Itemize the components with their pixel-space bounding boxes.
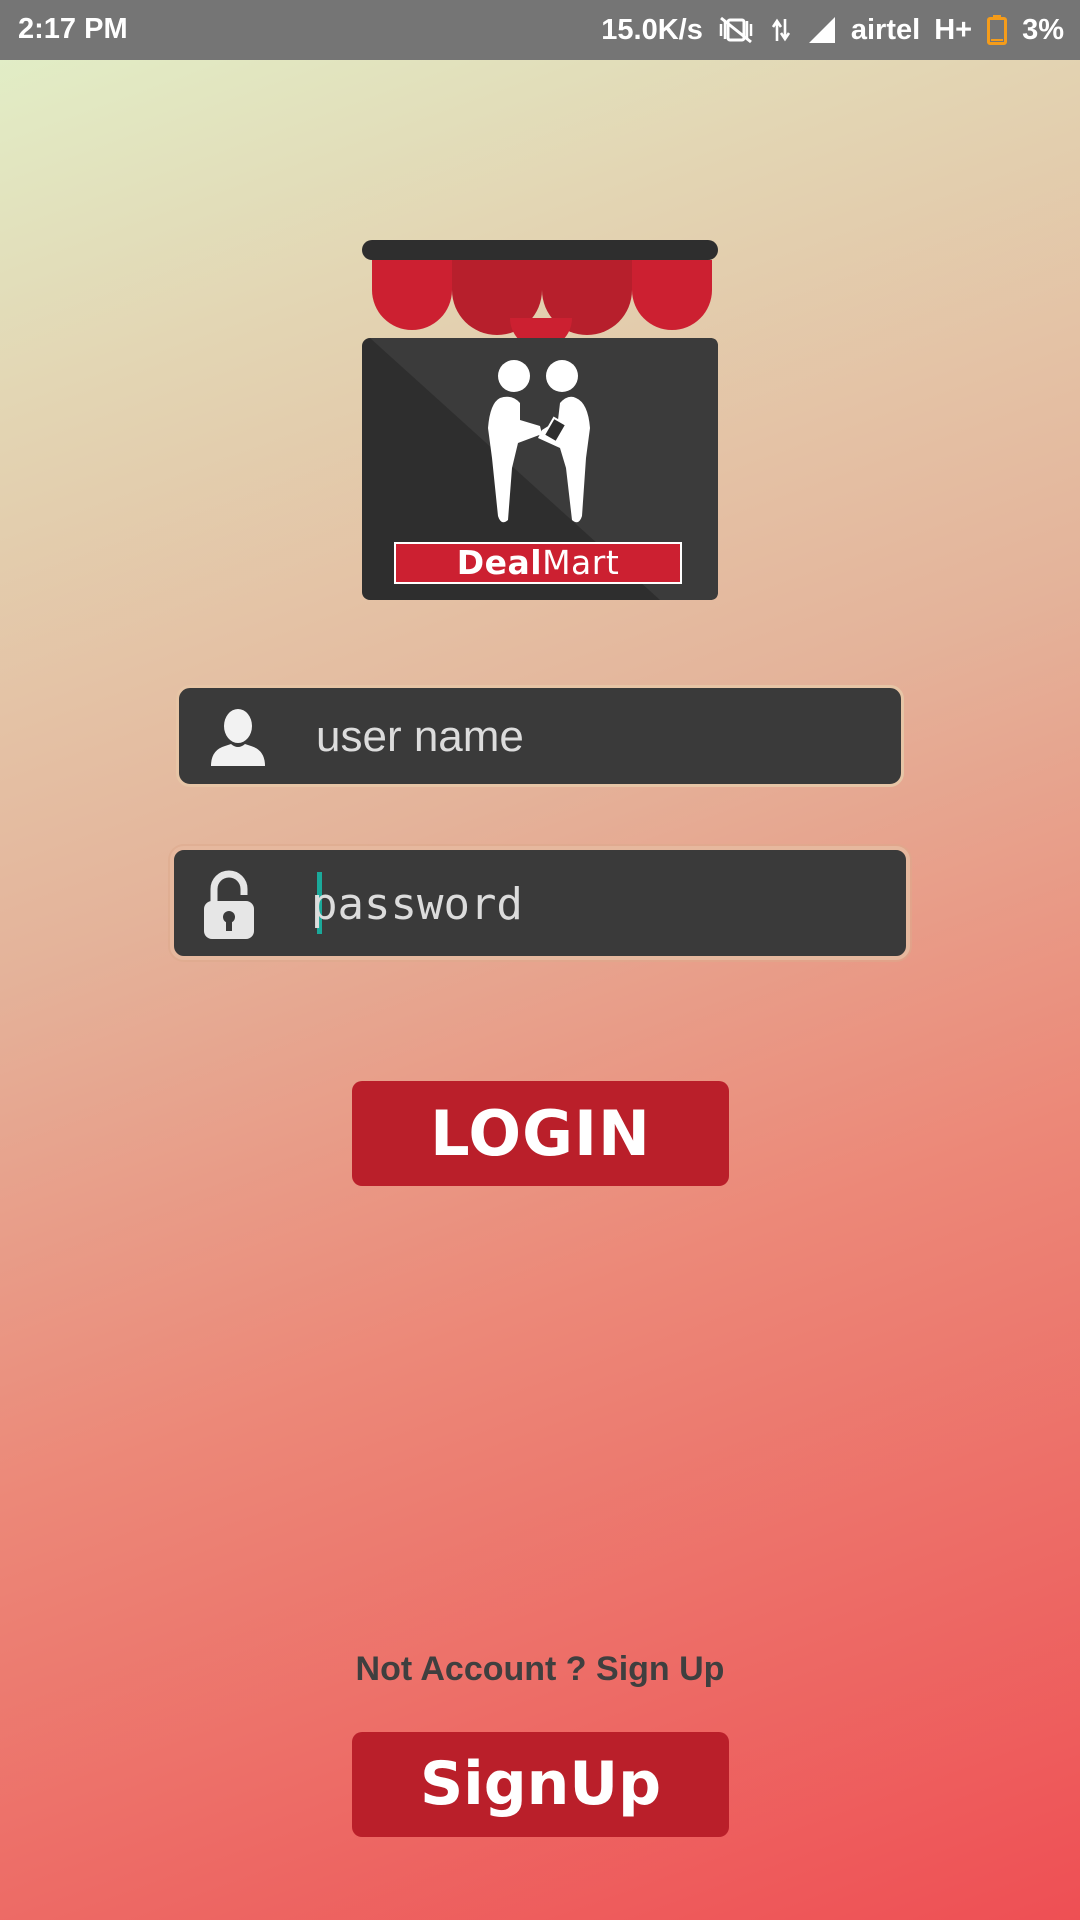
vibrate-off-icon: [717, 15, 755, 45]
status-indicators: 15.0K/s airtel H+ 3%: [601, 0, 1064, 60]
carrier-name: airtel: [850, 13, 921, 46]
battery-low-icon: [986, 14, 1008, 46]
brand-name-light: Mart: [542, 543, 620, 582]
status-time: 2:17 PM: [18, 13, 128, 45]
signal-icon: [807, 15, 837, 45]
user-icon: [207, 706, 269, 775]
network-speed: 15.0K/s: [601, 13, 703, 46]
battery-percent: 3%: [1022, 13, 1064, 46]
password-field[interactable]: [170, 846, 910, 960]
brand-name: DealMart: [394, 542, 682, 584]
app-logo: DealMart: [360, 238, 720, 602]
data-transfer-icon: [769, 15, 793, 45]
network-type: H+: [934, 13, 973, 46]
signup-hint-text: Not Account ? Sign Up: [355, 1650, 725, 1688]
unlock-icon: [202, 869, 256, 946]
login-button[interactable]: LOGIN: [352, 1081, 729, 1186]
signup-button[interactable]: SignUp: [352, 1732, 729, 1837]
status-bar: 2:17 PM 15.0K/s airtel H+ 3%: [0, 0, 1080, 60]
username-input[interactable]: [316, 710, 881, 764]
password-input[interactable]: [311, 876, 886, 932]
brand-name-bold: Deal: [456, 543, 543, 582]
username-field[interactable]: [176, 685, 904, 787]
